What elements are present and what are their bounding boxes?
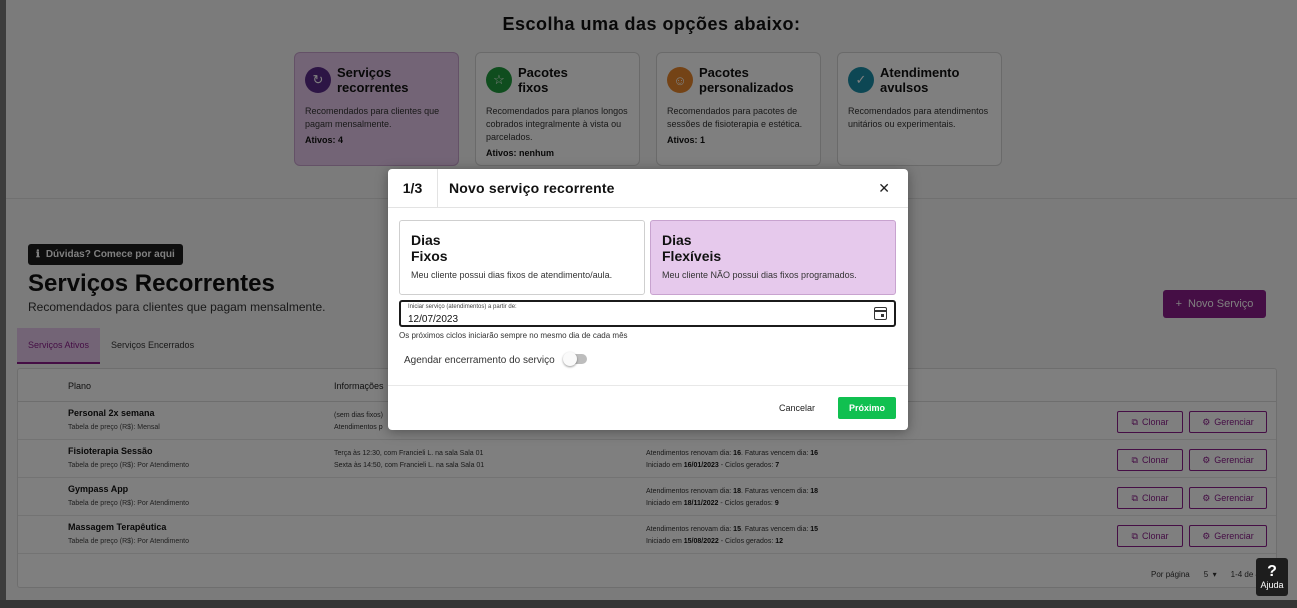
step-indicator: 1/3 [388,168,438,208]
schedule-end-toggle[interactable] [563,352,587,366]
card-dias-fixos[interactable]: Dias Fixos Meu cliente possui dias fixos … [399,220,645,295]
calendar-icon[interactable] [874,307,887,320]
new-recurring-service-modal: 1/3 Novo serviço recorrente ✕ Dias Fixos … [388,168,908,430]
date-hint: Os próximos ciclos iniciarão sempre no m… [399,331,628,340]
question-icon: ? [1267,563,1277,580]
card-title: Dias [662,232,692,248]
help-button[interactable]: ? Ajuda [1256,558,1288,596]
help-label: Ajuda [1260,580,1284,590]
divider [388,385,908,386]
card-title: Flexíveis [662,248,722,264]
schedule-end-label: Agendar encerramento do serviço [404,355,555,366]
close-icon[interactable]: ✕ [878,180,890,197]
next-button[interactable]: Próximo [838,397,896,419]
start-date-field[interactable]: Iniciar serviço (atendimentos) a partir … [399,300,896,327]
card-dias-flexiveis[interactable]: Dias Flexíveis Meu cliente NÃO possui dia… [650,220,896,295]
start-date-label: Iniciar serviço (atendimentos) a partir … [408,304,517,310]
cancel-button[interactable]: Cancelar [771,397,823,419]
card-desc: Meu cliente possui dias fixos de atendim… [411,270,613,280]
modal-title: Novo serviço recorrente [449,180,615,196]
start-date-value: 12/07/2023 [408,314,459,325]
card-desc: Meu cliente NÃO possui dias fixos progra… [662,270,857,280]
card-title: Fixos [411,248,448,264]
card-title: Dias [411,232,441,248]
